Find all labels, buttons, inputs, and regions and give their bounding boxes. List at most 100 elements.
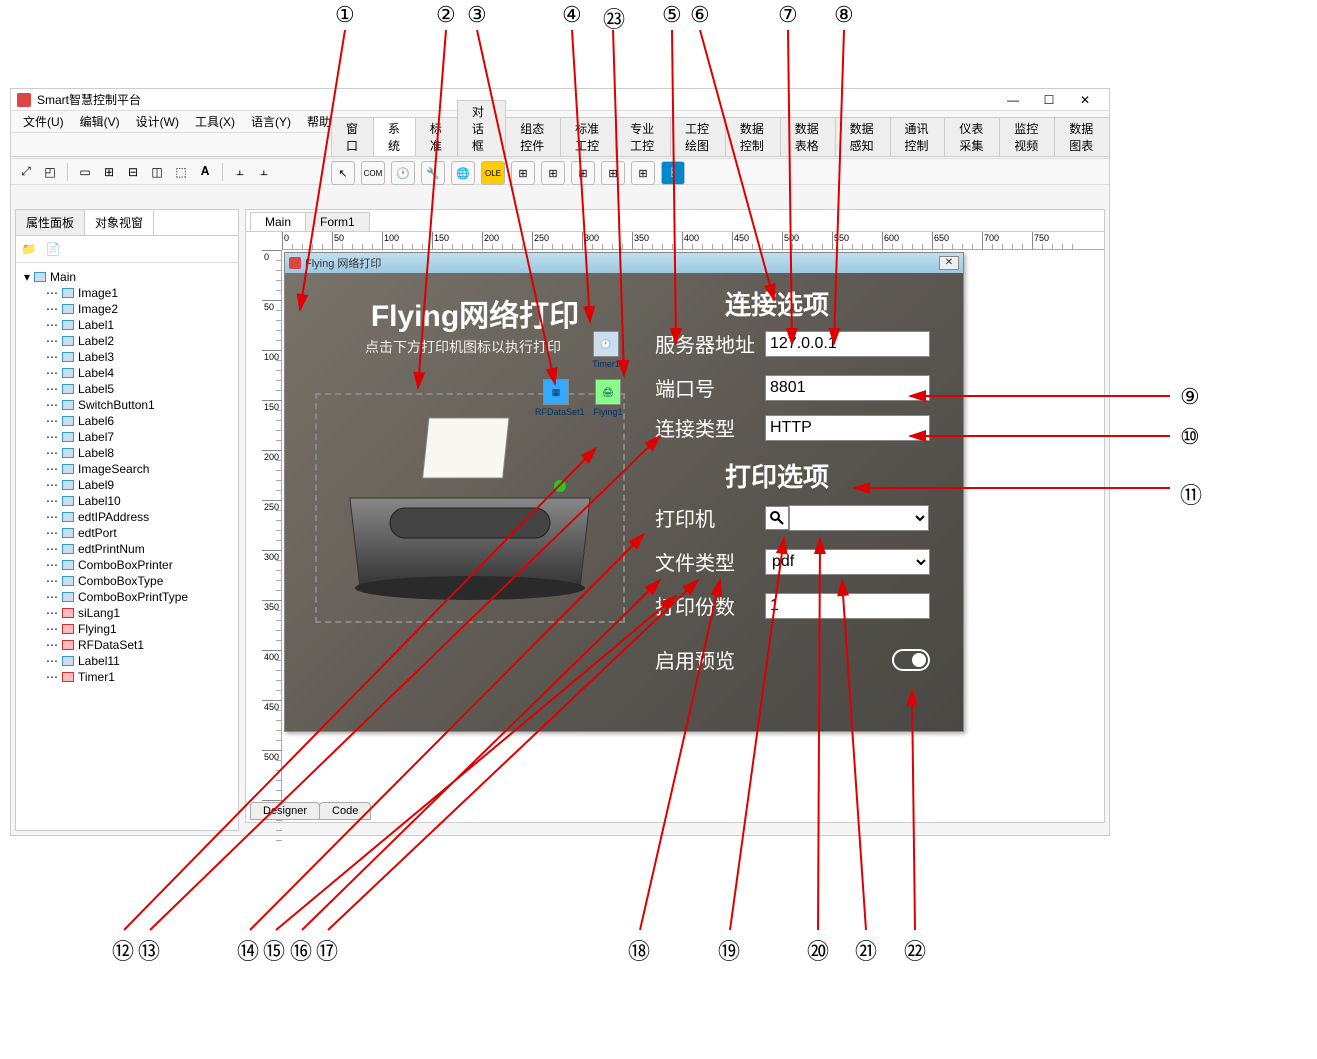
tree-root[interactable]: ▾ Main: [20, 269, 234, 285]
tool-tab-1[interactable]: 系统: [373, 117, 416, 156]
tab-code[interactable]: Code: [319, 802, 371, 820]
pointer-icon[interactable]: ↖: [331, 161, 355, 185]
callout-17: ⑰: [316, 934, 338, 966]
tab-property[interactable]: 属性面板: [16, 210, 85, 235]
rfdataset-component[interactable]: ▦RFDataSet1: [535, 379, 577, 417]
tool-tab-3[interactable]: 对话框: [457, 100, 506, 156]
tool-tab-2[interactable]: 标准: [415, 117, 458, 156]
tool-tab-7[interactable]: 工控绘图: [670, 117, 726, 156]
tool-tab-5[interactable]: 标准工控: [560, 117, 616, 156]
close-button[interactable]: ✕: [1067, 93, 1103, 107]
doc-tab-form1[interactable]: Form1: [305, 212, 370, 231]
win3-icon[interactable]: ⊞: [571, 161, 595, 185]
tree-item-edtIPAddress[interactable]: ⋯ edtIPAddress: [20, 509, 234, 525]
preview-toggle[interactable]: [892, 649, 930, 671]
callout-21: ㉑: [855, 934, 877, 966]
tool-tab-9[interactable]: 数据表格: [780, 117, 836, 156]
tree-item-edtPort[interactable]: ⋯ edtPort: [20, 525, 234, 541]
tool-tab-0[interactable]: 窗口: [331, 117, 374, 156]
tree-item-Label1[interactable]: ⋯ Label1: [20, 317, 234, 333]
ruler-vertical: 050100150200250300350400450500550: [262, 250, 282, 802]
tool-tab-6[interactable]: 专业工控: [615, 117, 671, 156]
align-8[interactable]: 𝐀: [194, 161, 216, 183]
label-preview: 启用预览: [655, 645, 765, 674]
globe-icon[interactable]: 🌐: [451, 161, 475, 185]
tree-tool-1[interactable]: 📁: [18, 238, 40, 260]
tree-item-Label11[interactable]: ⋯ Label11: [20, 653, 234, 669]
file-type-combo[interactable]: pdf: [765, 549, 930, 575]
tool-tab-12[interactable]: 仪表采集: [944, 117, 1000, 156]
tab-objects[interactable]: 对象视窗: [85, 210, 154, 235]
clock-icon[interactable]: 🕐: [391, 161, 415, 185]
tool-tab-11[interactable]: 通讯控制: [890, 117, 946, 156]
printer-search-button[interactable]: [765, 506, 789, 530]
form-close-button[interactable]: ✕: [939, 256, 959, 270]
tree-item-Label3[interactable]: ⋯ Label3: [20, 349, 234, 365]
tree-tool-2[interactable]: 📄: [42, 238, 64, 260]
ole-icon[interactable]: OLE: [481, 161, 505, 185]
tree-item-Label10[interactable]: ⋯ Label10: [20, 493, 234, 509]
tool-tab-10[interactable]: 数据感知: [835, 117, 891, 156]
tree-item-edtPrintNum[interactable]: ⋯ edtPrintNum: [20, 541, 234, 557]
menu-edit[interactable]: 编辑(V): [72, 111, 128, 132]
flying-component[interactable]: 🖨Flying1: [587, 379, 629, 417]
menu-file[interactable]: 文件(U): [15, 111, 72, 132]
canvas[interactable]: Flying 网络打印 ✕ Flying网络打印 点击下方打印机图标以执行打印: [282, 250, 1104, 802]
align-2[interactable]: ◰: [39, 161, 61, 183]
printer-image[interactable]: [315, 393, 625, 623]
tree-item-RFDataSet1[interactable]: ⋯ RFDataSet1: [20, 637, 234, 653]
win2-icon[interactable]: ⊞: [541, 161, 565, 185]
printer-combo[interactable]: [789, 505, 929, 531]
tree-item-ComboBoxType[interactable]: ⋯ ComboBoxType: [20, 573, 234, 589]
com-icon[interactable]: COM: [361, 161, 385, 185]
timer-component[interactable]: 🕐Timer1: [585, 331, 627, 369]
tree-item-Label8[interactable]: ⋯ Label8: [20, 445, 234, 461]
tree-item-Timer1[interactable]: ⋯ Timer1: [20, 669, 234, 685]
tool-tab-13[interactable]: 监控视频: [999, 117, 1055, 156]
tool-tab-4[interactable]: 组态控件: [505, 117, 561, 156]
copies-input[interactable]: [765, 593, 930, 619]
align-9[interactable]: ⫠: [229, 161, 251, 183]
tree-item-Image2[interactable]: ⋯ Image2: [20, 301, 234, 317]
align-4[interactable]: ⊞: [98, 161, 120, 183]
win5-icon[interactable]: ⊞: [631, 161, 655, 185]
port-input[interactable]: [765, 375, 930, 401]
menu-lang[interactable]: 语言(Y): [243, 111, 299, 132]
win1-icon[interactable]: ⊞: [511, 161, 535, 185]
tree-item-ImageSearch[interactable]: ⋯ ImageSearch: [20, 461, 234, 477]
tree-item-Label9[interactable]: ⋯ Label9: [20, 477, 234, 493]
tree-item-Label2[interactable]: ⋯ Label2: [20, 333, 234, 349]
menu-design[interactable]: 设计(W): [128, 111, 187, 132]
minimize-button[interactable]: —: [995, 93, 1031, 107]
bluetooth-icon[interactable]: ᛒ: [661, 161, 685, 185]
maximize-button[interactable]: ☐: [1031, 93, 1067, 107]
align-1[interactable]: ⤢: [15, 161, 37, 183]
align-10[interactable]: ⫠: [253, 161, 275, 183]
align-3[interactable]: ▭: [74, 161, 96, 183]
server-addr-input[interactable]: [765, 331, 930, 357]
align-5[interactable]: ⊟: [122, 161, 144, 183]
tree-item-Label6[interactable]: ⋯ Label6: [20, 413, 234, 429]
tree-item-Label5[interactable]: ⋯ Label5: [20, 381, 234, 397]
callout-16: ⑯: [290, 934, 312, 966]
menu-tool[interactable]: 工具(X): [187, 111, 243, 132]
tree-item-ComboBoxPrintType[interactable]: ⋯ ComboBoxPrintType: [20, 589, 234, 605]
tree-item-Image1[interactable]: ⋯ Image1: [20, 285, 234, 301]
tab-designer[interactable]: Designer: [250, 802, 320, 820]
align-7[interactable]: ⬚: [170, 161, 192, 183]
label-conn-type: 连接类型: [655, 413, 765, 442]
tree-item-SwitchButton1[interactable]: ⋯ SwitchButton1: [20, 397, 234, 413]
tree-item-Label7[interactable]: ⋯ Label7: [20, 429, 234, 445]
tool-tab-14[interactable]: 数据图表: [1054, 117, 1110, 156]
tool-tab-8[interactable]: 数据控制: [725, 117, 781, 156]
align-6[interactable]: ◫: [146, 161, 168, 183]
win4-icon[interactable]: ⊞: [601, 161, 625, 185]
tree-item-ComboBoxPrinter[interactable]: ⋯ ComboBoxPrinter: [20, 557, 234, 573]
conn-type-input[interactable]: [765, 415, 930, 441]
design-form[interactable]: Flying 网络打印 ✕ Flying网络打印 点击下方打印机图标以执行打印: [284, 252, 964, 732]
tree-item-siLang1[interactable]: ⋯ siLang1: [20, 605, 234, 621]
doc-tab-main[interactable]: Main: [250, 212, 306, 231]
wrench-icon[interactable]: 🔧: [421, 161, 445, 185]
tree-item-Flying1[interactable]: ⋯ Flying1: [20, 621, 234, 637]
tree-item-Label4[interactable]: ⋯ Label4: [20, 365, 234, 381]
